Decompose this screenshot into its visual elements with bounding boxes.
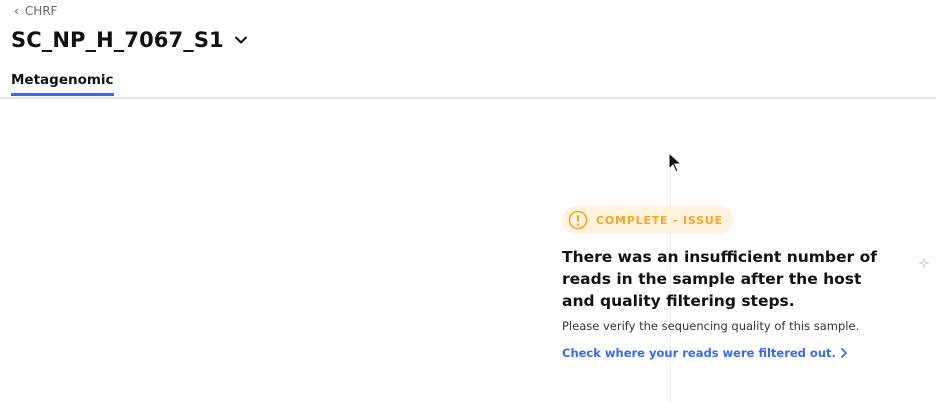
- sparkle-icon: [919, 258, 929, 268]
- back-link-label: CHRF: [24, 4, 58, 18]
- filtered-reads-link[interactable]: Check where your reads were filtered out…: [562, 346, 848, 360]
- status-badge-label: COMPLETE - ISSUE: [596, 213, 723, 227]
- tab-metagenomic[interactable]: Metagenomic: [11, 72, 114, 96]
- sample-name: SC_NP_H_7067_S1: [11, 28, 224, 52]
- mouse-cursor-icon: [668, 152, 683, 173]
- status-panel: COMPLETE - ISSUE There was an insufficie…: [562, 206, 892, 361]
- status-message: Please verify the sequencing quality of …: [562, 319, 860, 333]
- warning-circle-icon: [568, 210, 588, 230]
- filtered-reads-link-label: Check where your reads were filtered out…: [562, 346, 836, 360]
- back-link[interactable]: ‹ CHRF: [14, 3, 57, 19]
- chevron-right-icon: [840, 348, 847, 358]
- status-title: There was an insufficient number of read…: [562, 248, 877, 310]
- chevron-down-icon: [234, 36, 247, 44]
- chevron-left-icon: ‹: [14, 4, 19, 18]
- status-badge: COMPLETE - ISSUE: [562, 206, 733, 234]
- sample-selector[interactable]: SC_NP_H_7067_S1: [11, 24, 248, 56]
- tab-bar: Metagenomic: [0, 66, 936, 99]
